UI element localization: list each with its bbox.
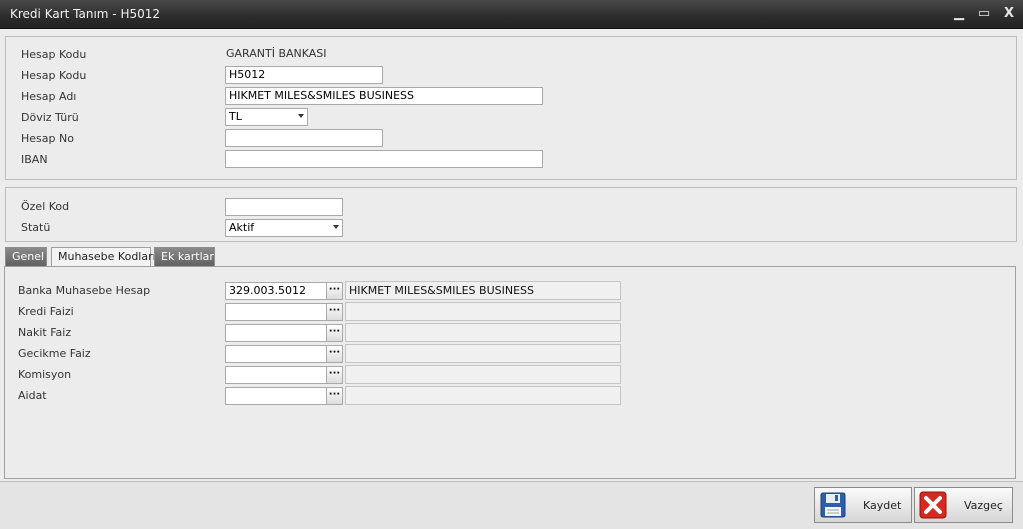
account-no-input[interactable] bbox=[225, 129, 383, 147]
account-code-input[interactable]: H5012 bbox=[225, 66, 383, 84]
special-code-input[interactable] bbox=[225, 198, 343, 216]
title-bar[interactable]: Kredi Kart Tanım - H5012 ▁ ▭ X bbox=[0, 0, 1023, 29]
cancel-button-label: Vazgeç bbox=[964, 499, 1003, 512]
extra-info-panel: Özel Kod Statü Aktif bbox=[5, 187, 1017, 242]
currency-select[interactable]: TL bbox=[225, 108, 308, 126]
tab-additional-cards[interactable]: Ek kartlar bbox=[154, 247, 215, 267]
ellipsis-icon[interactable]: ··· bbox=[326, 387, 343, 405]
ellipsis-icon[interactable]: ··· bbox=[326, 345, 343, 363]
window-title: Kredi Kart Tanım - H5012 bbox=[10, 7, 160, 21]
row-label-fee: Aidat bbox=[18, 389, 47, 402]
bank-label: Hesap Kodu bbox=[21, 48, 87, 61]
ellipsis-icon[interactable]: ··· bbox=[326, 303, 343, 321]
ellipsis-icon[interactable]: ··· bbox=[326, 324, 343, 342]
account-name-input[interactable]: HIKMET MILES&SMILES BUSINESS bbox=[225, 87, 543, 105]
chevron-down-icon[interactable] bbox=[298, 114, 304, 118]
ellipsis-icon[interactable]: ··· bbox=[326, 366, 343, 384]
credit-card-definition-window: Kredi Kart Tanım - H5012 ▁ ▭ X Hesap Kod… bbox=[0, 0, 1023, 529]
accounting-codes-panel: Banka Muhasebe Hesap 329.003.5012 ··· HI… bbox=[4, 266, 1016, 479]
bank-accounting-description: HIKMET MILES&SMILES BUSINESS bbox=[345, 281, 621, 300]
special-code-label: Özel Kod bbox=[21, 200, 70, 213]
status-value: Aktif bbox=[229, 221, 255, 234]
floppy-disk-icon bbox=[820, 492, 846, 518]
iban-input[interactable] bbox=[225, 150, 543, 168]
minimize-icon[interactable]: ▁ bbox=[951, 6, 967, 22]
credit-interest-code-input[interactable] bbox=[225, 303, 327, 321]
row-label-cash-interest: Nakit Faiz bbox=[18, 326, 72, 339]
commission-code-input[interactable] bbox=[225, 366, 327, 384]
cash-interest-description bbox=[345, 323, 621, 342]
maximize-icon[interactable]: ▭ bbox=[976, 6, 992, 22]
late-interest-code-input[interactable] bbox=[225, 345, 327, 363]
account-no-label: Hesap No bbox=[21, 132, 74, 145]
iban-label: IBAN bbox=[21, 153, 48, 166]
commission-description bbox=[345, 365, 621, 384]
status-select[interactable]: Aktif bbox=[225, 219, 343, 237]
account-code-label: Hesap Kodu bbox=[21, 69, 87, 82]
late-interest-description bbox=[345, 344, 621, 363]
save-button-label: Kaydet bbox=[863, 499, 902, 512]
general-info-panel: Hesap Kodu GARANTİ BANKASI Hesap Kodu H5… bbox=[5, 36, 1017, 180]
cancel-x-icon bbox=[919, 491, 947, 519]
row-label-commission: Komisyon bbox=[18, 368, 72, 381]
credit-interest-description bbox=[345, 302, 621, 321]
fee-code-input[interactable] bbox=[225, 387, 327, 405]
close-icon[interactable]: X bbox=[1001, 6, 1017, 22]
status-label: Statü bbox=[21, 221, 51, 234]
cash-interest-code-input[interactable] bbox=[225, 324, 327, 342]
row-label-late-interest: Gecikme Faiz bbox=[18, 347, 91, 360]
currency-label: Döviz Türü bbox=[21, 111, 79, 124]
row-label-credit-interest: Kredi Faizi bbox=[18, 305, 74, 318]
bank-name-value: GARANTİ BANKASI bbox=[226, 47, 327, 60]
chevron-down-icon[interactable] bbox=[333, 225, 339, 229]
tab-accounting-codes[interactable]: Muhasebe Kodları bbox=[51, 247, 156, 268]
account-name-label: Hesap Adı bbox=[21, 90, 77, 103]
row-label-bank-accounting: Banka Muhasebe Hesap bbox=[18, 284, 151, 297]
fee-description bbox=[345, 386, 621, 405]
save-button[interactable]: Kaydet bbox=[814, 487, 912, 523]
bank-accounting-code-input[interactable]: 329.003.5012 bbox=[225, 282, 327, 300]
ellipsis-icon[interactable]: ··· bbox=[326, 282, 343, 300]
currency-value: TL bbox=[229, 110, 242, 123]
cancel-button[interactable]: Vazgeç bbox=[914, 487, 1013, 523]
tab-general[interactable]: Genel bbox=[5, 247, 47, 267]
